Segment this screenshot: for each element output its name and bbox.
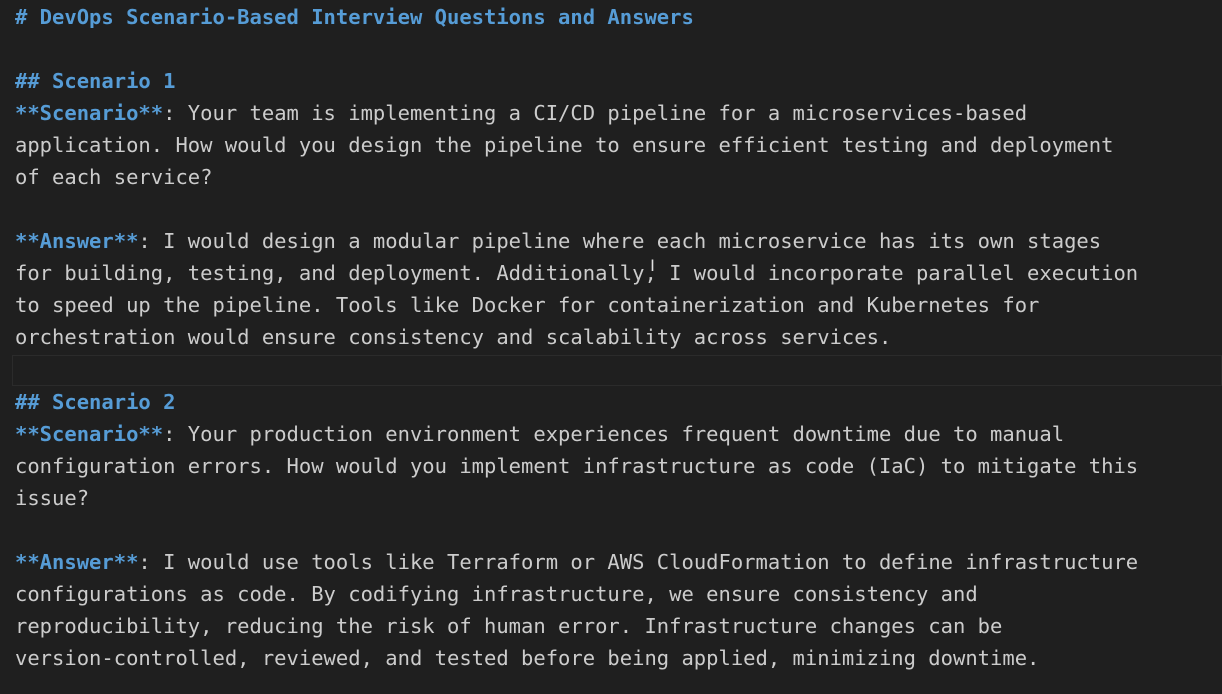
scenario-1-answer-line-2: for building, testing, and deployment. A… <box>15 261 1139 285</box>
scenario-1-answer-line-3: to speed up the pipeline. Tools like Doc… <box>15 293 1040 317</box>
scenario-2-answer-line-4: version-controlled, reviewed, and tested… <box>15 646 1040 670</box>
document-title: # DevOps Scenario-Based Interview Questi… <box>15 5 694 29</box>
scenario-2-question-label: **Scenario** <box>15 422 164 446</box>
scenario-2-answer-text: : I would use tools like Terraform or AW… <box>138 550 1139 574</box>
scenario-1-answer-line-4: orchestration would ensure consistency a… <box>15 325 892 349</box>
scenario-2-question-line-3: issue? <box>15 486 90 510</box>
scenario-2-question-line-2: configuration errors. How would you impl… <box>15 454 1139 478</box>
text-cursor-icon: I <box>650 256 655 275</box>
scenario-1-question-line-3: of each service? <box>15 165 213 189</box>
scenario-2-answer-line-3: reproducibility, reducing the risk of hu… <box>15 614 1003 638</box>
scenario-2-answer-line-1: **Answer**: I would use tools like Terra… <box>15 546 1138 578</box>
scenario-1-question-label: **Scenario** <box>15 101 164 125</box>
scenario-1-question-line-2: application. How would you design the pi… <box>15 133 1114 157</box>
scenario-2-question-line-1: **Scenario**: Your production environmen… <box>15 418 1064 450</box>
scenario-2-question-text: : Your production environment experience… <box>163 422 1065 446</box>
scenario-1-answer-text: : I would design a modular pipeline wher… <box>138 229 1102 253</box>
scenario-2-answer-line-2: configurations as code. By codifying inf… <box>15 582 978 606</box>
current-line-highlight[interactable] <box>12 355 1222 386</box>
scenario-1-heading: ## Scenario 1 <box>15 69 176 93</box>
markdown-editor[interactable]: # DevOps Scenario-Based Interview Questi… <box>0 0 1222 694</box>
scenario-1-question-line-1: **Scenario**: Your team is implementing … <box>15 97 1027 129</box>
scenario-1-answer-label: **Answer** <box>15 229 139 253</box>
scenario-1-answer-line-1: **Answer**: I would design a modular pip… <box>15 225 1101 257</box>
scenario-2-answer-label: **Answer** <box>15 550 139 574</box>
scenario-1-question-text: : Your team is implementing a CI/CD pipe… <box>163 101 1028 125</box>
scenario-2-heading: ## Scenario 2 <box>15 390 176 414</box>
